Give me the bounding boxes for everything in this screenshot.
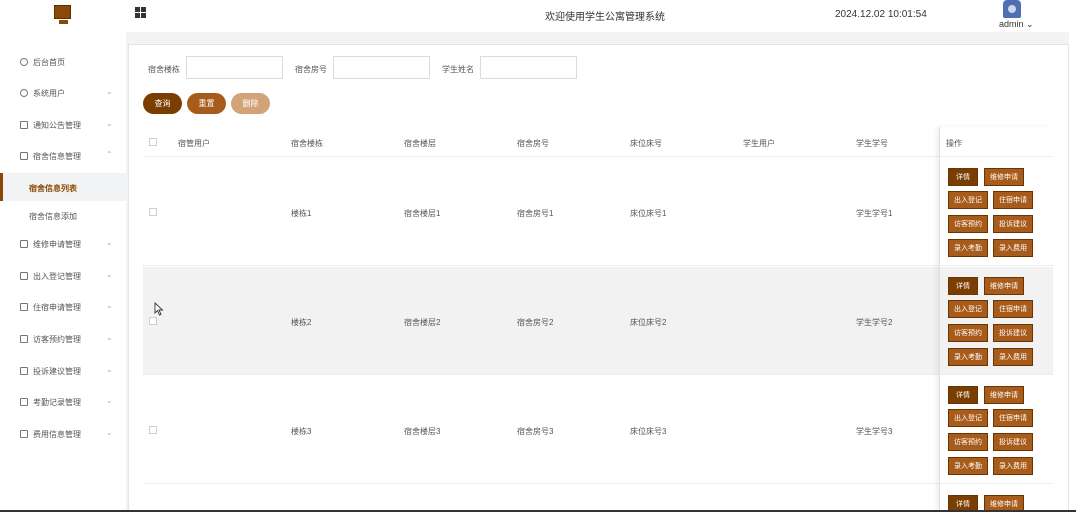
sidebar-item-label: 出入登记管理	[33, 272, 81, 281]
actions-column-shadow	[939, 127, 1053, 512]
sidebar-item-system-users[interactable]: 系统用户 ⌄	[0, 78, 126, 108]
sidebar: 后台首页 系统用户 ⌄ 通知公告管理 ⌄ 宿舍信息管理 ⌃ 宿舍信息列表 宿舍信…	[0, 32, 126, 512]
cell-floor: 宿舍楼层3	[404, 427, 441, 436]
cell-floor: 宿舍楼层1	[404, 209, 441, 218]
table-header: 宿管用户 宿舍楼栋 宿舍楼层 宿舍房号 床位床号 学生用户 学生学号 操作	[143, 127, 1053, 157]
sidebar-item-accommodation[interactable]: 住宿申请管理 ⌄	[0, 292, 126, 322]
sidebar-subitem-label: 宿舍信息添加	[29, 212, 77, 221]
cell-floor: 宿舍楼层2	[404, 318, 441, 327]
col-header-student-user: 学生用户	[743, 139, 775, 148]
cell-bed: 床位床号2	[630, 318, 667, 327]
building-label: 宿舍楼栋	[148, 65, 180, 74]
sidebar-item-entry-exit[interactable]: 出入登记管理 ⌄	[0, 261, 126, 291]
datetime-display: 2024.12.02 10:01:54	[835, 9, 927, 20]
col-header-floor: 宿舍楼层	[404, 139, 436, 148]
sidebar-item-notices[interactable]: 通知公告管理 ⌄	[0, 110, 126, 140]
room-label: 宿舍房号	[295, 65, 327, 74]
sidebar-item-repair[interactable]: 维修申请管理 ⌄	[0, 229, 126, 259]
col-header-manager: 宿管用户	[178, 139, 210, 148]
chevron-down-icon: ⌄	[106, 428, 113, 437]
table-row: 详情 维修申请	[143, 485, 1053, 512]
cell-student-no: 学生学号3	[856, 427, 893, 436]
sidebar-item-dorm-info[interactable]: 宿舍信息管理 ⌃	[0, 141, 126, 171]
chevron-down-icon: ⌄	[106, 333, 113, 342]
col-header-building: 宿舍楼栋	[291, 139, 323, 148]
chevron-down-icon: ⌄	[106, 365, 113, 374]
row-checkbox[interactable]	[149, 426, 157, 434]
row-checkbox[interactable]	[149, 317, 157, 325]
user-name: admin	[999, 19, 1024, 29]
sidebar-item-label: 考勤记录管理	[33, 398, 81, 407]
chevron-down-icon: ⌄	[106, 396, 113, 405]
sidebar-item-visitor[interactable]: 访客预约管理 ⌄	[0, 324, 126, 354]
list-icon	[20, 303, 28, 311]
chevron-up-icon: ⌃	[106, 150, 113, 159]
sidebar-item-label: 访客预约管理	[33, 335, 81, 344]
chevron-down-icon: ⌄	[1026, 19, 1034, 29]
table-row: 楼栋2 宿舍楼层2 宿舍房号2 床位床号2 学生学号2 详情 维修申请 出入登记…	[143, 267, 1053, 375]
cell-student-no: 学生学号1	[856, 209, 893, 218]
user-menu[interactable]: admin ⌄	[999, 19, 1034, 30]
delete-button[interactable]: 删除	[231, 93, 270, 114]
list-icon	[20, 272, 28, 280]
main-content: 宿舍楼栋 宿舍房号 学生姓名 查询 重置 删除 宿管用户 宿舍楼栋 宿舍楼层 宿…	[128, 44, 1069, 512]
student-name-label: 学生姓名	[442, 65, 474, 74]
sidebar-item-fees[interactable]: 费用信息管理 ⌄	[0, 419, 126, 449]
table-row: 楼栋1 宿舍楼层1 宿舍房号1 床位床号1 学生学号1 详情 维修申请 出入登记…	[143, 158, 1053, 266]
sidebar-item-label: 投诉建议管理	[33, 367, 81, 376]
sidebar-item-label: 通知公告管理	[33, 121, 81, 130]
col-header-student-no: 学生学号	[856, 139, 888, 148]
list-icon	[20, 121, 28, 129]
cell-room: 宿舍房号3	[517, 427, 554, 436]
list-icon	[20, 335, 28, 343]
list-icon	[20, 398, 28, 406]
sidebar-subitem-label: 宿舍信息列表	[29, 184, 77, 193]
top-bar: 欢迎使用学生公寓管理系统 2024.12.02 10:01:54 admin ⌄	[0, 0, 1076, 32]
cell-room: 宿舍房号2	[517, 318, 554, 327]
sidebar-subitem-dorm-list[interactable]: 宿舍信息列表	[0, 173, 126, 201]
sidebar-subitem-dorm-add[interactable]: 宿舍信息添加	[0, 201, 126, 229]
cell-building: 楼栋3	[291, 427, 312, 436]
col-header-room: 宿舍房号	[517, 139, 549, 148]
chevron-down-icon: ⌄	[106, 270, 113, 279]
sidebar-item-complaints[interactable]: 投诉建议管理 ⌄	[0, 356, 126, 386]
cell-building: 楼栋2	[291, 318, 312, 327]
sidebar-item-attendance[interactable]: 考勤记录管理 ⌄	[0, 387, 126, 417]
row-checkbox[interactable]	[149, 208, 157, 216]
sidebar-item-label: 维修申请管理	[33, 240, 81, 249]
list-icon	[20, 430, 28, 438]
sidebar-item-label: 住宿申请管理	[33, 303, 81, 312]
cell-building: 楼栋1	[291, 209, 312, 218]
clock-icon	[20, 58, 28, 66]
table-row: 楼栋3 宿舍楼层3 宿舍房号3 床位床号3 学生学号3 详情 维修申请 出入登记…	[143, 376, 1053, 484]
chevron-down-icon: ⌄	[106, 238, 113, 247]
query-button[interactable]: 查询	[143, 93, 182, 114]
sidebar-item-home[interactable]: 后台首页	[0, 47, 126, 77]
list-icon	[20, 367, 28, 375]
sidebar-item-label: 后台首页	[33, 58, 65, 67]
cell-room: 宿舍房号1	[517, 209, 554, 218]
chevron-down-icon: ⌄	[106, 119, 113, 128]
chevron-down-icon: ⌄	[106, 87, 113, 96]
user-icon	[20, 89, 28, 97]
cell-student-no: 学生学号2	[856, 318, 893, 327]
list-icon	[20, 240, 28, 248]
cell-bed: 床位床号1	[630, 209, 667, 218]
reset-button[interactable]: 重置	[187, 93, 226, 114]
scrollbar[interactable]	[1069, 32, 1076, 512]
col-header-bed: 床位床号	[630, 139, 662, 148]
sidebar-item-label: 系统用户	[33, 89, 65, 98]
sidebar-item-label: 费用信息管理	[33, 430, 81, 439]
student-name-input[interactable]	[480, 56, 577, 79]
room-input[interactable]	[333, 56, 430, 79]
select-all-checkbox[interactable]	[149, 138, 157, 146]
chevron-down-icon: ⌄	[106, 301, 113, 310]
cell-bed: 床位床号3	[630, 427, 667, 436]
building-input[interactable]	[186, 56, 283, 79]
sidebar-item-label: 宿舍信息管理	[33, 152, 81, 161]
avatar-icon[interactable]	[1003, 0, 1021, 18]
list-icon	[20, 152, 28, 160]
